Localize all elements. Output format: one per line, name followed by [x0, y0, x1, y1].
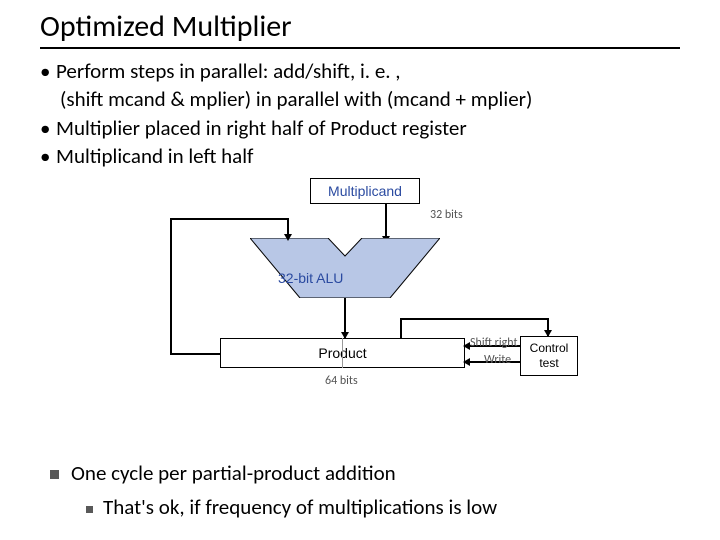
bullet-sub-row: That's ok, if frequency of multiplicatio… — [50, 493, 497, 522]
bullet-sub-text: (shift mcand & mplier) in parallel with … — [60, 85, 532, 113]
product-split-line — [342, 338, 343, 368]
control-label-1: Control — [521, 341, 577, 355]
bullet-list-top: • Perform steps in parallel: add/shift, … — [0, 57, 720, 170]
connector-line — [170, 218, 172, 355]
arrowhead-left-icon — [463, 358, 470, 366]
bullet-dot: • — [40, 142, 56, 170]
bullet-text: One cycle per partial-product addition — [71, 460, 396, 486]
bullet-dot: • — [40, 114, 56, 142]
connector-line — [400, 318, 548, 320]
connector-line — [400, 318, 402, 338]
title-underline — [40, 47, 680, 49]
multiplier-diagram: Multiplicand 32 bits 32-bit ALU Product … — [130, 178, 590, 408]
arrowhead-down-icon — [544, 330, 552, 337]
bullet-dot: • — [40, 57, 56, 85]
square-bullet-icon — [86, 506, 93, 513]
bullet-row: One cycle per partial-product addition — [50, 459, 497, 488]
bullet-text: Perform steps in parallel: add/shift, i.… — [56, 57, 401, 85]
bullet-text: Multiplicand in left half — [56, 142, 253, 170]
control-box: Control test — [520, 336, 578, 376]
product-bits-label: 64 bits — [325, 374, 358, 388]
shift-right-label: Shift right — [470, 336, 517, 350]
alu-shape — [250, 238, 440, 298]
connector-line — [170, 218, 288, 220]
bullet-text: Multiplier placed in right half of Produ… — [56, 114, 467, 142]
multiplicand-box: Multiplicand — [310, 178, 420, 204]
square-bullet-icon — [50, 470, 59, 479]
connector-line — [170, 353, 220, 355]
bullet-sub-text: That's ok, if frequency of multiplicatio… — [103, 494, 497, 520]
arrowhead-down-icon — [284, 234, 292, 241]
bullet-list-bottom: One cycle per partial-product addition T… — [50, 459, 497, 522]
multiplicand-bits-label: 32 bits — [430, 208, 463, 222]
slide-title: Optimized Multiplier — [0, 0, 720, 47]
arrowhead-left-icon — [463, 342, 470, 350]
connector-line — [385, 204, 387, 238]
write-label: Write — [484, 353, 511, 367]
control-label-2: test — [521, 356, 577, 370]
alu-label: 32-bit ALU — [278, 270, 343, 286]
